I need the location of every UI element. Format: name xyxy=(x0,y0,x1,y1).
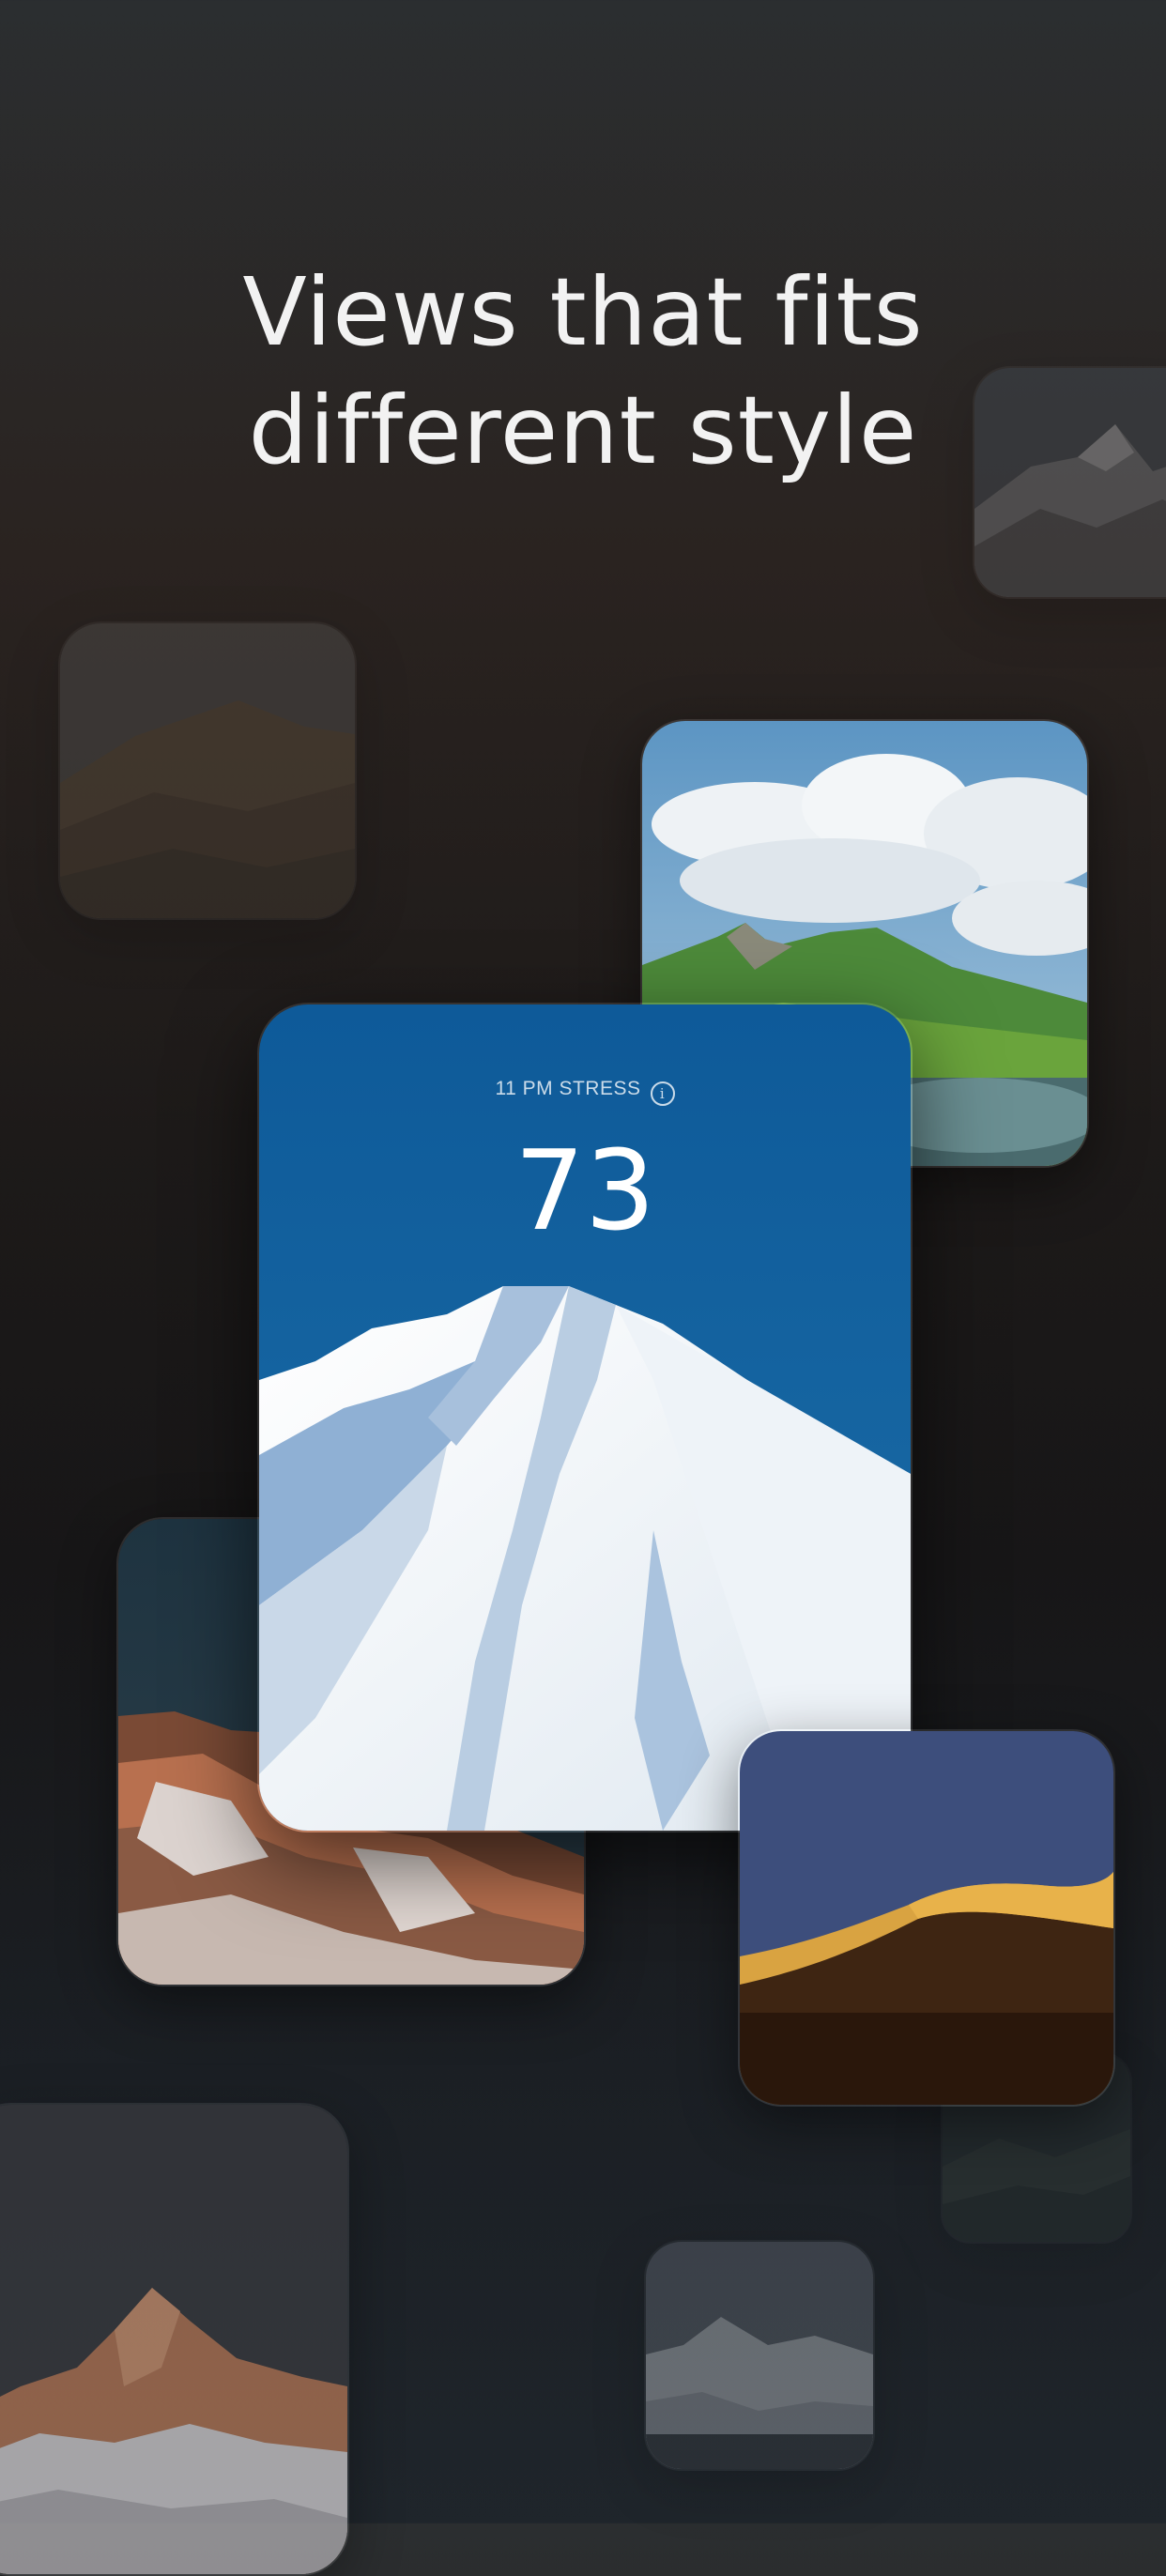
snowy-range-image xyxy=(646,2242,873,2469)
desert-dune-image xyxy=(740,1731,1113,2105)
card-alpenglow-peak[interactable] xyxy=(0,2103,349,2576)
card-hills-left[interactable] xyxy=(58,621,357,920)
stress-label: 11 PM STRESS i xyxy=(259,1078,911,1106)
mountain-image xyxy=(974,368,1166,597)
stress-value: 73 xyxy=(514,1126,656,1255)
hills-image xyxy=(60,623,355,918)
stress-label-text: 11 PM STRESS xyxy=(495,1078,641,1099)
main-stress-card[interactable]: 11 PM STRESS i 73 xyxy=(257,1003,913,1832)
card-snowy-range[interactable] xyxy=(644,2240,875,2471)
card-desert-dune[interactable] xyxy=(738,1729,1115,2107)
info-icon[interactable]: i xyxy=(650,1081,675,1106)
card-mountain-top-right[interactable] xyxy=(973,366,1166,599)
alpenglow-image xyxy=(0,2105,347,2574)
headline-line-1: Views that fits xyxy=(242,257,924,367)
